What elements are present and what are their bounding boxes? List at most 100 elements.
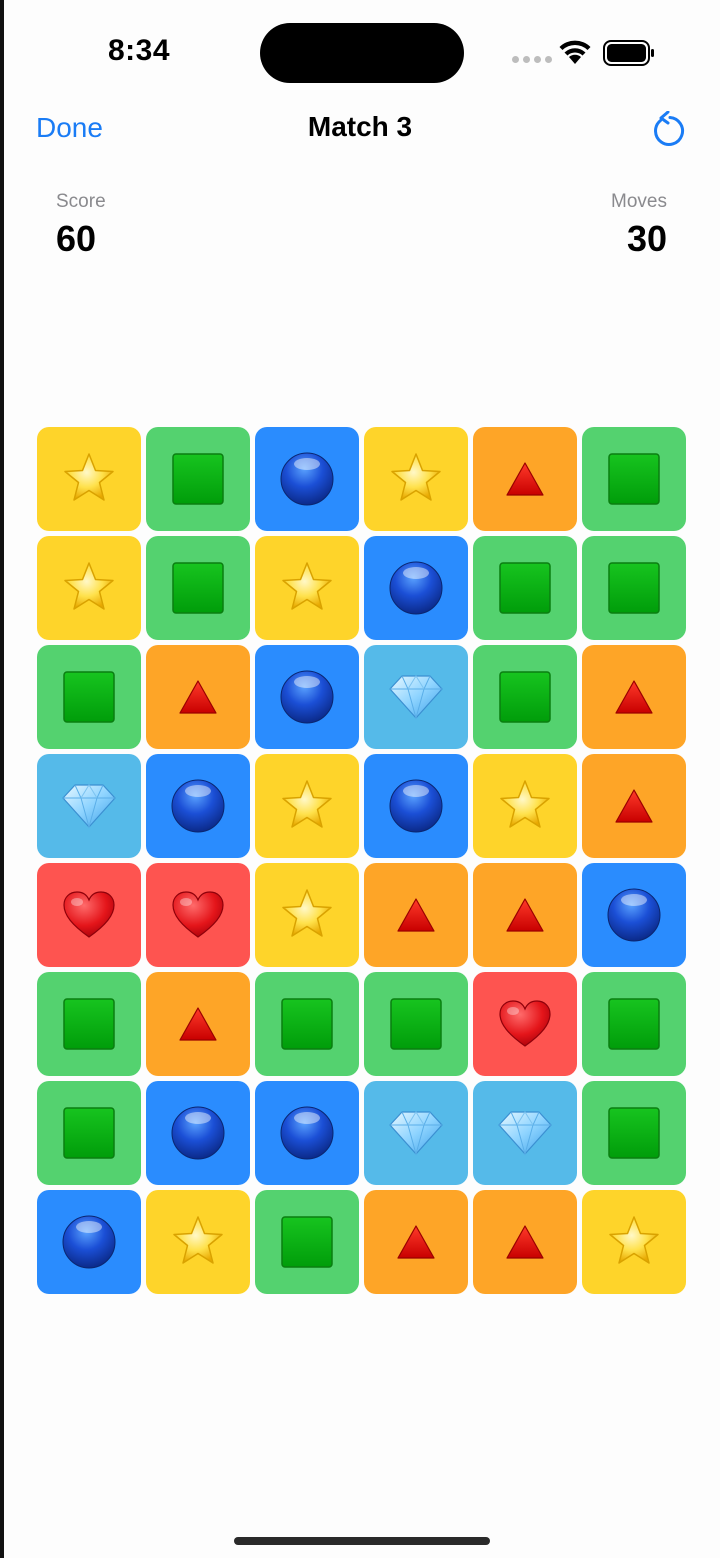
tile-triangle[interactable] (364, 1190, 468, 1294)
tile-star[interactable] (582, 1190, 686, 1294)
arrow-counterclockwise-icon (654, 111, 685, 146)
square-icon (280, 1215, 334, 1269)
star-icon (497, 778, 553, 834)
star-icon (606, 1214, 662, 1270)
triangle-icon (178, 679, 218, 715)
circle-icon (61, 1214, 117, 1270)
dynamic-island (260, 23, 464, 83)
circle-icon (388, 560, 444, 616)
tile-circle[interactable] (255, 1081, 359, 1185)
triangle-icon (396, 1224, 436, 1260)
square-icon (498, 561, 552, 615)
square-icon (171, 452, 225, 506)
tile-heart[interactable] (37, 863, 141, 967)
score-value: 60 (56, 218, 97, 259)
tile-square[interactable] (255, 972, 359, 1076)
tile-star[interactable] (146, 1190, 250, 1294)
tile-star[interactable] (255, 754, 359, 858)
star-icon (279, 560, 335, 616)
star-icon (388, 451, 444, 507)
triangle-icon (505, 461, 545, 497)
diamond-icon (61, 783, 117, 829)
tile-star[interactable] (255, 536, 359, 640)
heart-icon (498, 999, 552, 1049)
star-icon (61, 560, 117, 616)
triangle-icon (614, 788, 654, 824)
square-icon (280, 997, 334, 1051)
tile-circle[interactable] (364, 754, 468, 858)
square-icon (498, 670, 552, 724)
tile-square[interactable] (473, 536, 577, 640)
screen-edge (0, 0, 4, 1558)
tile-triangle[interactable] (364, 863, 468, 967)
diamond-icon (388, 1110, 444, 1156)
tile-circle[interactable] (37, 1190, 141, 1294)
battery-icon (603, 40, 655, 71)
circle-icon (279, 1105, 335, 1161)
tile-square[interactable] (37, 645, 141, 749)
heart-icon (171, 890, 225, 940)
tile-diamond[interactable] (37, 754, 141, 858)
tile-triangle[interactable] (146, 972, 250, 1076)
star-icon (279, 887, 335, 943)
tile-square[interactable] (37, 972, 141, 1076)
reset-button[interactable] (646, 108, 690, 152)
tile-star[interactable] (255, 863, 359, 967)
tile-square[interactable] (364, 972, 468, 1076)
square-icon (607, 1106, 661, 1160)
square-icon (62, 1106, 116, 1160)
tile-diamond[interactable] (473, 1081, 577, 1185)
tile-heart[interactable] (146, 863, 250, 967)
tile-circle[interactable] (255, 427, 359, 531)
tile-square[interactable] (146, 536, 250, 640)
star-icon (61, 451, 117, 507)
square-icon (62, 997, 116, 1051)
tile-square[interactable] (146, 427, 250, 531)
circle-icon (606, 887, 662, 943)
moves-value: 30 (626, 218, 667, 259)
circle-icon (279, 669, 335, 725)
tile-triangle[interactable] (473, 1190, 577, 1294)
tile-triangle[interactable] (146, 645, 250, 749)
triangle-icon (614, 679, 654, 715)
tile-square[interactable] (582, 427, 686, 531)
square-icon (607, 997, 661, 1051)
tile-diamond[interactable] (364, 645, 468, 749)
tile-diamond[interactable] (364, 1081, 468, 1185)
tile-triangle[interactable] (582, 645, 686, 749)
square-icon (171, 561, 225, 615)
triangle-icon (178, 1006, 218, 1042)
wifi-icon (558, 38, 592, 69)
tile-square[interactable] (582, 972, 686, 1076)
tile-circle[interactable] (146, 754, 250, 858)
tile-square[interactable] (582, 1081, 686, 1185)
tile-triangle[interactable] (582, 754, 686, 858)
triangle-icon (505, 897, 545, 933)
tile-triangle[interactable] (473, 863, 577, 967)
heart-icon (62, 890, 116, 940)
triangle-icon (505, 1224, 545, 1260)
diamond-icon (388, 674, 444, 720)
tile-square[interactable] (37, 1081, 141, 1185)
tile-circle[interactable] (255, 645, 359, 749)
tile-square[interactable] (582, 536, 686, 640)
tile-star[interactable] (364, 427, 468, 531)
tile-circle[interactable] (364, 536, 468, 640)
square-icon (607, 561, 661, 615)
tile-circle[interactable] (146, 1081, 250, 1185)
tile-star[interactable] (37, 427, 141, 531)
tile-square[interactable] (473, 645, 577, 749)
tile-heart[interactable] (473, 972, 577, 1076)
circle-icon (170, 778, 226, 834)
circle-icon (170, 1105, 226, 1161)
star-icon (170, 1214, 226, 1270)
tile-triangle[interactable] (473, 427, 577, 531)
tile-square[interactable] (255, 1190, 359, 1294)
tile-star[interactable] (473, 754, 577, 858)
circle-icon (388, 778, 444, 834)
game-board (37, 427, 686, 1294)
tile-star[interactable] (37, 536, 141, 640)
tile-circle[interactable] (582, 863, 686, 967)
square-icon (607, 452, 661, 506)
diamond-icon (497, 1110, 553, 1156)
